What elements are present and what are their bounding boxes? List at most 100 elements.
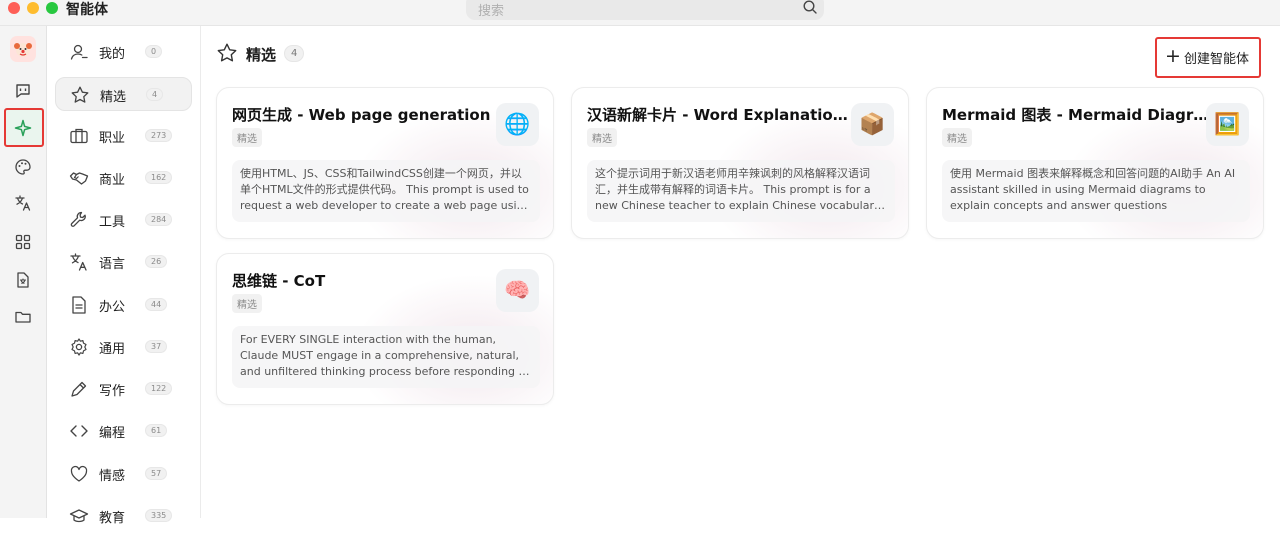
rail-files[interactable]	[9, 303, 37, 331]
pen-icon	[71, 381, 87, 397]
category-item-programming[interactable]: 编程 61	[55, 414, 192, 448]
user-icon	[70, 44, 88, 60]
agent-card-description-text: 这个提示词用于新汉语老师用辛辣讽刺的风格解释汉语词汇，并生成带有解释的词语卡片。…	[595, 167, 881, 212]
main-content: 精选 4 + 创建智能体 网页生成 - Web page generation …	[201, 26, 1280, 518]
folder-icon	[15, 311, 31, 323]
agent-card[interactable]: 思维链 - CoT 精选 🧠 For EVERY SINGLE interact…	[216, 253, 554, 405]
category-item-career[interactable]: 职业 273	[55, 119, 192, 153]
star-icon	[71, 86, 89, 103]
agent-card-title: 思维链 - CoT	[232, 272, 326, 290]
category-count: 122	[145, 382, 173, 395]
agent-card-description-text: 使用 Mermaid 图表来解释概念和回答问题的AI助手 An AI assis…	[950, 167, 1236, 212]
category-label: 编程	[99, 426, 126, 441]
rail-file-translate[interactable]	[9, 266, 37, 294]
category-count: 273	[145, 129, 173, 142]
category-item-mine[interactable]: 我的 0	[55, 35, 192, 69]
box-icon: 📦	[851, 103, 894, 146]
category-label: 精选	[100, 90, 127, 105]
agent-card[interactable]: 汉语新解卡片 - Word Explanation Card 精选 📦 这个提示…	[571, 87, 909, 239]
agent-card-title: 网页生成 - Web page generation	[232, 106, 491, 124]
category-item-education[interactable]: 教育 335	[55, 499, 192, 533]
category-label: 写作	[99, 384, 126, 399]
create-agent-button[interactable]: + 创建智能体	[1155, 37, 1261, 78]
agent-card-description: 这个提示词用于新汉语老师用辛辣讽刺的风格解释汉语词汇，并生成带有解释的词语卡片。…	[587, 160, 895, 222]
category-item-office[interactable]: 办公 44	[55, 288, 192, 322]
category-label: 职业	[99, 131, 126, 146]
message-square-icon	[16, 84, 30, 98]
category-count: 335	[145, 509, 173, 522]
document-icon	[72, 296, 86, 314]
code-icon	[70, 425, 88, 437]
category-label: 情感	[99, 469, 126, 484]
category-item-business[interactable]: 商业 162	[55, 161, 192, 195]
icon-rail	[0, 26, 47, 518]
category-count: 61	[145, 424, 168, 437]
category-item-featured[interactable]: 精选 4	[55, 77, 192, 111]
palette-icon	[15, 159, 31, 175]
agent-card-description: 使用HTML、JS、CSS和TailwindCSS创建一个网页，并以单个HTML…	[232, 160, 540, 222]
rail-translate[interactable]	[9, 189, 37, 217]
sparkle-icon	[14, 119, 32, 137]
settings-icon	[71, 338, 87, 356]
rail-chat[interactable]	[9, 77, 37, 105]
agent-card-title: Mermaid 图表 - Mermaid Diagram	[942, 106, 1212, 124]
agent-card-description-text: 使用HTML、JS、CSS和TailwindCSS创建一个网页，并以单个HTML…	[240, 167, 531, 212]
heart-icon	[70, 465, 88, 482]
category-item-general[interactable]: 通用 37	[55, 330, 192, 364]
clown-avatar-icon	[14, 43, 32, 57]
agent-card-tag: 精选	[587, 128, 617, 147]
globe-icon: 🌐	[496, 103, 539, 146]
zoom-window-button[interactable]	[46, 2, 58, 14]
close-window-button[interactable]	[8, 2, 20, 14]
title-bar: 智能体 搜索	[0, 0, 1280, 26]
file-translate-icon	[17, 272, 29, 288]
page-title: 精选	[246, 46, 277, 64]
category-count: 284	[145, 213, 173, 226]
search-icon[interactable]	[802, 0, 818, 15]
framed-picture-icon: 🖼️	[1206, 103, 1249, 146]
category-label: 教育	[99, 511, 126, 526]
category-label: 商业	[99, 173, 126, 188]
category-count: 162	[145, 171, 173, 184]
agent-card[interactable]: Mermaid 图表 - Mermaid Diagram 精选 🖼️ 使用 Me…	[926, 87, 1264, 239]
agent-card-tag: 精选	[232, 294, 262, 313]
agent-card-description: 使用 Mermaid 图表来解释概念和回答问题的AI助手 An AI assis…	[942, 160, 1250, 222]
app-title: 智能体	[66, 2, 108, 18]
category-item-language[interactable]: 语言 26	[55, 245, 192, 279]
category-count: 37	[145, 340, 168, 353]
rail-apps[interactable]	[9, 228, 37, 256]
category-label: 我的	[99, 47, 126, 62]
category-count: 0	[145, 45, 163, 58]
category-item-writing[interactable]: 写作 122	[55, 372, 192, 406]
page-count-badge: 4	[284, 45, 305, 62]
category-item-emotion[interactable]: 情感 57	[55, 457, 192, 491]
briefcase-icon	[70, 128, 88, 144]
wrench-icon	[70, 211, 86, 227]
rail-paint[interactable]	[9, 153, 37, 181]
grid-icon	[15, 234, 31, 250]
category-label: 办公	[99, 300, 126, 315]
brain-icon: 🧠	[496, 269, 539, 312]
agent-card-description: For EVERY SINGLE interaction with the hu…	[232, 326, 540, 388]
create-agent-label: 创建智能体	[1184, 52, 1250, 67]
search-input[interactable]: 搜索	[466, 0, 824, 20]
category-count: 4	[146, 88, 164, 101]
category-label: 语言	[99, 257, 126, 272]
translate-icon	[70, 253, 87, 271]
category-count: 26	[145, 255, 168, 268]
plus-icon: +	[1165, 45, 1181, 67]
translate-icon	[15, 195, 31, 211]
category-item-tools[interactable]: 工具 284	[55, 203, 192, 237]
minimize-window-button[interactable]	[27, 2, 39, 14]
rail-agents[interactable]	[9, 114, 37, 142]
agent-card-tag: 精选	[232, 128, 262, 147]
agent-card-tag: 精选	[942, 128, 972, 147]
avatar[interactable]	[10, 36, 36, 62]
search-placeholder: 搜索	[478, 4, 505, 19]
category-label: 工具	[99, 215, 126, 230]
category-count: 57	[145, 467, 168, 480]
agent-card[interactable]: 网页生成 - Web page generation 精选 🌐 使用HTML、J…	[216, 87, 554, 239]
category-label: 通用	[99, 342, 126, 357]
star-icon	[217, 43, 237, 62]
agent-card-description-text: For EVERY SINGLE interaction with the hu…	[240, 333, 530, 378]
